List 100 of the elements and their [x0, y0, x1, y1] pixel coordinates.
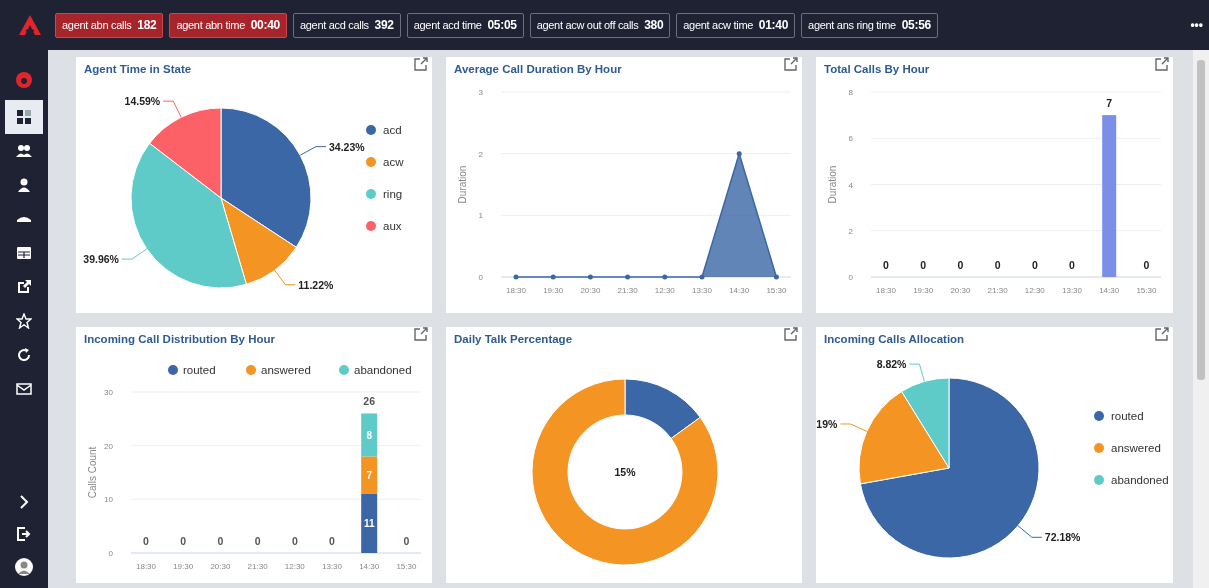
axis-label: 15:30: [1136, 286, 1157, 295]
leader-line: [274, 269, 296, 286]
legend-label[interactable]: abandoned: [354, 364, 412, 376]
leader-line: [162, 100, 182, 118]
chart-title: Incoming Call Distribution By Hour: [84, 332, 276, 347]
data-label: 14.59%: [124, 95, 161, 108]
metric-chip[interactable]: agent acd calls 392: [292, 12, 401, 38]
data-label: 11: [363, 518, 375, 530]
data-point: [699, 274, 705, 280]
axis-label: 21:30: [617, 286, 638, 295]
legend-dot: [366, 221, 376, 231]
axis-label: 19:30: [173, 562, 194, 571]
data-label: 0: [957, 259, 964, 271]
more-button[interactable]: •••: [1190, 18, 1203, 32]
users-icon: [16, 143, 32, 159]
logo-icon[interactable]: [18, 14, 42, 36]
axis-label: 0: [108, 549, 113, 558]
axis-label: 12:30: [1024, 286, 1045, 295]
legend-label[interactable]: routed: [1111, 410, 1144, 422]
data-label: 0: [1031, 259, 1038, 271]
external-link-icon[interactable]: [1155, 57, 1169, 71]
axis-label: 13:30: [692, 286, 712, 295]
legend-dot: [1094, 411, 1104, 421]
data-point: [550, 274, 556, 280]
logout-icon[interactable]: [16, 526, 32, 542]
data-label: 0: [920, 259, 927, 271]
axis-title: Calls Count: [87, 446, 98, 499]
metric-chip[interactable]: agent ans ring time 05:56: [801, 12, 938, 38]
data-label: 7: [1106, 97, 1113, 110]
chart-title: Average Call Duration By Hour: [454, 62, 622, 77]
avatar-icon[interactable]: [15, 558, 33, 576]
metric-chip[interactable]: agent abn calls 182: [55, 12, 164, 38]
external-link-icon[interactable]: [414, 327, 428, 341]
legend-label[interactable]: abandoned: [1111, 474, 1169, 486]
axis-label: 3: [478, 88, 483, 97]
axis-title: Duration: [827, 165, 838, 204]
axis-label: 12:30: [284, 562, 305, 571]
metric-chip[interactable]: agent acw out off calls 380: [529, 12, 671, 38]
alert-icon[interactable]: [16, 72, 32, 88]
data-label: 34.23%: [329, 140, 365, 153]
legend-label[interactable]: aux: [383, 220, 402, 232]
legend-label[interactable]: answered: [261, 364, 311, 376]
data-label: 72.18%: [1044, 531, 1081, 544]
metric-chip[interactable]: agent acd time 05:05: [406, 12, 524, 38]
center-label: 15%: [614, 466, 636, 478]
legend-label[interactable]: ring: [383, 188, 403, 200]
scrollbar-thumb[interactable]: [1197, 60, 1205, 380]
data-label: 39.96%: [83, 253, 119, 266]
axis-label: 2: [478, 149, 483, 159]
dashboard-icon: [16, 109, 32, 125]
axis-label: 0: [848, 273, 853, 282]
data-label: 0: [1143, 259, 1150, 271]
legend-label[interactable]: answered: [1111, 442, 1161, 454]
external-link-icon[interactable]: [784, 327, 798, 341]
bar: [361, 413, 378, 457]
axis-label: 14:30: [729, 286, 750, 295]
axis-label: 20: [104, 441, 113, 451]
legend-dot: [168, 365, 178, 375]
legend-dot: [339, 365, 349, 375]
data-label: 7: [366, 470, 372, 482]
axis-label: 13:30: [1062, 286, 1082, 295]
axis-label: 18:30: [876, 286, 896, 295]
axis-label: 4: [848, 180, 853, 190]
data-label: 0: [883, 259, 889, 271]
nav-item[interactable]: [5, 100, 43, 134]
legend-label[interactable]: routed: [183, 364, 216, 376]
external-link-icon[interactable]: [784, 57, 798, 71]
legend-label[interactable]: acd: [383, 124, 402, 136]
data-label: 8: [366, 429, 372, 441]
legend-dot: [1094, 475, 1104, 485]
axis-label: 2: [848, 226, 853, 236]
axis-label: 14:30: [359, 562, 380, 571]
data-point: [662, 274, 668, 280]
axis-label: 18:30: [136, 562, 156, 571]
mail-icon: [16, 381, 32, 397]
external-link-icon[interactable]: [1155, 327, 1169, 341]
refresh-icon: [16, 347, 32, 363]
chart-title: Total Calls By Hour: [824, 62, 930, 77]
axis-label: 15:30: [766, 286, 787, 295]
axis-label: 20:30: [950, 286, 971, 295]
legend-label[interactable]: acw: [383, 156, 404, 168]
axis-label: 19:30: [913, 286, 934, 295]
data-label: 0: [994, 259, 1001, 271]
axis-label: 1: [478, 211, 483, 221]
external-link-icon[interactable]: [414, 57, 428, 71]
metric-chip[interactable]: agent acw time 01:40: [676, 12, 796, 38]
total-label: 0: [329, 535, 335, 547]
chart-title: Agent Time in State: [84, 62, 192, 77]
axis-label: 10: [104, 495, 113, 505]
metric-chip[interactable]: agent abn time 00:40: [169, 12, 287, 38]
axis-label: 19:30: [543, 286, 564, 295]
table-icon: [16, 245, 32, 261]
total-label: 0: [143, 535, 149, 547]
axis-label: 13:30: [322, 562, 342, 571]
data-label: 11.22%: [298, 278, 334, 291]
legend-dot: [366, 157, 376, 167]
data-point: [736, 151, 742, 157]
axis-label: 20:30: [580, 286, 601, 295]
scrollbar[interactable]: [1193, 50, 1209, 588]
axis-label: 15:30: [396, 562, 417, 571]
